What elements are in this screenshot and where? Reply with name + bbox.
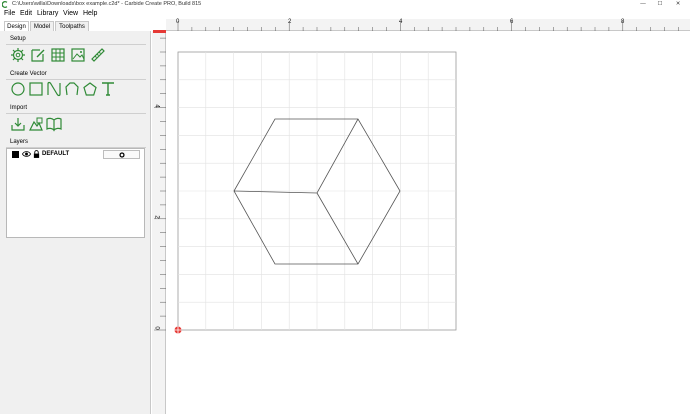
menu-file[interactable]: File <box>4 9 15 19</box>
divider <box>6 79 146 80</box>
layer-name: DEFAULT <box>42 151 70 157</box>
layer-settings-button[interactable] <box>103 150 140 159</box>
text-icon[interactable] <box>100 81 116 97</box>
maximize-button[interactable]: ☐ <box>653 0 667 9</box>
menu-bar: File Edit Library View Help <box>0 9 690 19</box>
ruler-marker <box>153 30 166 33</box>
menu-help[interactable]: Help <box>83 9 97 19</box>
import-bitmap-icon[interactable] <box>28 116 44 132</box>
divider <box>6 113 146 114</box>
menu-edit[interactable]: Edit <box>20 9 32 19</box>
setup-label: Setup <box>10 36 26 42</box>
circle-icon[interactable] <box>10 81 26 97</box>
window-title: C:\Users\willa\Downloads\box example.c2d… <box>12 1 202 7</box>
curve-icon[interactable] <box>46 81 62 97</box>
gear-icon <box>119 152 125 158</box>
image-icon[interactable] <box>70 47 86 63</box>
measure-icon[interactable] <box>90 47 106 63</box>
menu-library[interactable]: Library <box>37 9 58 19</box>
design-canvas[interactable] <box>152 19 690 414</box>
gear-icon[interactable] <box>10 47 26 63</box>
layer-color-swatch[interactable] <box>12 151 19 158</box>
rectangle-icon[interactable] <box>28 81 44 97</box>
close-button[interactable]: ✕ <box>671 0 685 9</box>
grid-icon[interactable] <box>50 47 66 63</box>
eye-icon[interactable] <box>22 150 31 158</box>
layers-list: DEFAULT <box>6 148 145 238</box>
tab-model[interactable]: Model <box>30 21 54 31</box>
origin-marker <box>174 326 182 334</box>
edit-icon[interactable] <box>30 47 46 63</box>
library-icon[interactable] <box>46 116 62 132</box>
polyline-icon[interactable] <box>64 81 80 97</box>
minimize-button[interactable]: — <box>636 0 650 9</box>
design-workspace: 0 2 4 6 8 4 2 0 <box>152 19 690 414</box>
create-vector-label: Create Vector <box>10 71 47 77</box>
app-icon <box>2 1 8 8</box>
polygon-icon[interactable] <box>82 81 98 97</box>
import-label: Import <box>10 105 28 111</box>
title-bar: C:\Users\willa\Downloads\box example.c2d… <box>0 0 690 9</box>
divider <box>6 44 146 45</box>
menu-view[interactable]: View <box>63 9 78 19</box>
import-icon[interactable] <box>10 116 26 132</box>
layers-label: Layers <box>10 139 29 145</box>
tab-toolpaths[interactable]: Toolpaths <box>55 21 89 31</box>
lock-icon[interactable] <box>33 150 40 158</box>
